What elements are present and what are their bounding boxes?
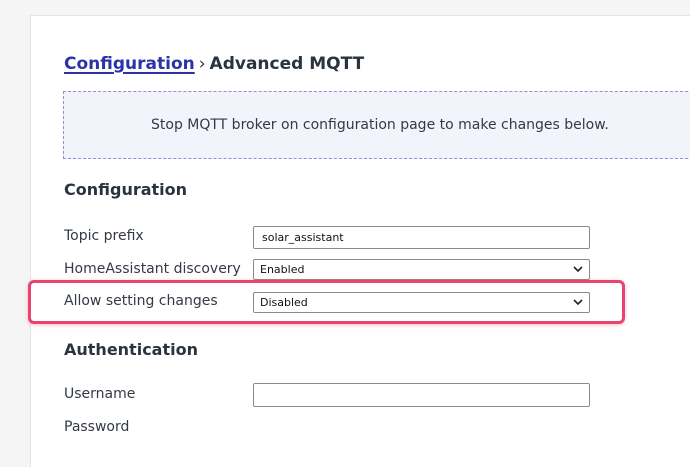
page-title: Advanced MQTT: [209, 54, 365, 74]
configuration-section-title: Configuration: [64, 180, 188, 199]
ha-discovery-label: HomeAssistant discovery: [64, 261, 241, 277]
topic-prefix-input[interactable]: solar_assistant: [253, 226, 590, 249]
highlight-annotation: [28, 280, 625, 324]
notice-text: Stop MQTT broker on configuration page t…: [151, 117, 609, 133]
password-label: Password: [64, 419, 130, 435]
topic-prefix-value: solar_assistant: [262, 231, 344, 244]
chevron-down-icon: [573, 266, 583, 273]
topic-prefix-label: Topic prefix: [64, 228, 144, 244]
username-label: Username: [64, 386, 136, 402]
breadcrumb: Configuration › Advanced MQTT: [64, 54, 364, 74]
authentication-section-title: Authentication: [64, 340, 198, 359]
breadcrumb-separator: ›: [198, 54, 206, 74]
broker-notice: Stop MQTT broker on configuration page t…: [63, 91, 690, 159]
username-input[interactable]: [253, 383, 590, 407]
ha-discovery-select[interactable]: Enabled: [253, 259, 590, 280]
breadcrumb-configuration-link[interactable]: Configuration: [64, 54, 195, 74]
ha-discovery-value: Enabled: [260, 263, 305, 276]
